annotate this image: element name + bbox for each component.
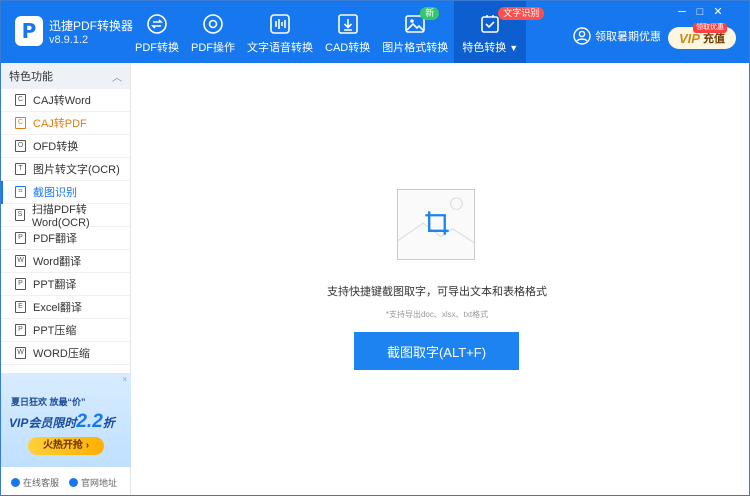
user-icon — [573, 27, 591, 45]
sidebar-item-label: PPT压缩 — [33, 325, 77, 337]
promo-banner[interactable]: × 夏日狂欢 放最“价” VIP会员限时2.2折 火热开抢 › — [1, 373, 131, 467]
promo-headline: 夏日狂欢 放最“价” — [11, 397, 86, 407]
sidebar-item-excel-translate[interactable]: E Excel翻译 — [1, 296, 130, 319]
service-icon — [11, 477, 20, 487]
document-icon: P — [15, 232, 26, 244]
globe-icon — [69, 477, 79, 487]
sidebar-item-caj-word[interactable]: C CAJ转Word — [1, 89, 130, 112]
pdf-operate-icon — [203, 14, 223, 34]
app-logo: P — [15, 16, 43, 46]
section-title: 特色功能 — [9, 71, 53, 83]
crop-icon: ⌗ — [15, 186, 26, 198]
audio-wave-icon — [270, 14, 290, 34]
sidebar-item-label: 扫描PDF转Word(OCR) — [31, 204, 90, 229]
nav-pdf-operate[interactable]: PDF操作 — [185, 1, 241, 63]
sidebar-footer: 在线客服 官网地址 — [1, 471, 131, 493]
window-controls: ─ □ ✕ — [673, 6, 727, 18]
main-nav: PDF转换 PDF操作 文字语音转换 CAD转换 新 图片格式转换 文字识别 特… — [129, 1, 545, 63]
sidebar-item-label: OFD转换 — [33, 141, 79, 153]
nav-label: 图片格式转换 — [382, 42, 449, 54]
pdf-convert-icon — [147, 14, 167, 34]
sidebar-item-label: Word翻译 — [33, 256, 82, 268]
document-icon: C — [15, 117, 26, 129]
nav-pdf-convert[interactable]: PDF转换 — [129, 1, 185, 63]
main-panel: 支持快捷键截图取字，可导出文本和表格格式 *支持导出doc、xlsx、txt格式… — [132, 63, 749, 495]
website-link[interactable]: 官网地址 — [69, 476, 117, 489]
scan-icon: S — [15, 209, 25, 221]
vip-coupon-tag: 领取优惠 — [693, 23, 727, 33]
sidebar-item-ppt-translate[interactable]: P PPT翻译 — [1, 273, 130, 296]
sidebar-item-word-translate[interactable]: W Word翻译 — [1, 250, 130, 273]
app-window: P 迅捷PDF转换器 v8.9.1.2 PDF转换 PDF操作 文字语音转换 C… — [0, 0, 750, 496]
screenshot-capture-button[interactable]: 截图取字(ALT+F) — [354, 332, 519, 370]
sidebar-item-ppt-compress[interactable]: P PPT压缩 — [1, 319, 130, 342]
document-icon: P — [15, 278, 26, 290]
sidebar-item-label: CAJ转PDF — [33, 118, 87, 130]
close-icon[interactable]: × — [122, 375, 127, 384]
nav-image-format[interactable]: 新 图片格式转换 — [376, 1, 454, 63]
sidebar-section-header[interactable]: 特色功能 ︿ — [1, 63, 130, 89]
new-badge: 新 — [420, 7, 440, 20]
promo-buy-button[interactable]: 火热开抢 › — [28, 437, 104, 455]
nav-label: PDF操作 — [191, 42, 235, 54]
online-service-link[interactable]: 在线客服 — [11, 476, 59, 489]
sidebar-item-word-compress[interactable]: W WORD压缩 — [1, 342, 130, 365]
promo-text: 领取暑期优惠 — [595, 31, 661, 43]
minimize-button[interactable]: ─ — [673, 6, 691, 18]
feature-description: 支持快捷键截图取字，可导出文本和表格格式 — [327, 286, 547, 298]
sidebar-item-label: WORD压缩 — [33, 348, 90, 360]
nav-cad-convert[interactable]: CAD转换 — [319, 1, 376, 63]
app-version: v8.9.1.2 — [49, 34, 89, 46]
chevron-up-icon: ︿ — [112, 72, 122, 84]
sidebar: 特色功能 ︿ C CAJ转Word C CAJ转PDF O OFD转换 T 图片转文字(… — [1, 63, 131, 495]
chevron-down-icon: ▼ — [509, 43, 519, 53]
nav-label: 文字语音转换 — [247, 42, 313, 54]
document-icon: O — [15, 140, 26, 152]
document-icon: W — [15, 255, 26, 267]
ocr-badge: 文字识别 — [498, 7, 545, 20]
sidebar-item-label: 图片转文字(OCR) — [33, 164, 120, 176]
sidebar-item-image-ocr[interactable]: T 图片转文字(OCR) — [1, 158, 130, 181]
nav-label: PDF转换 — [135, 42, 179, 54]
sidebar-item-caj-pdf[interactable]: C CAJ转PDF — [1, 112, 130, 135]
text-icon: T — [15, 163, 26, 175]
nav-text-speech[interactable]: 文字语音转换 — [241, 1, 319, 63]
sidebar-item-label: 截图识别 — [33, 187, 77, 199]
document-icon: P — [15, 324, 26, 336]
document-icon: E — [15, 301, 26, 313]
sidebar-item-scan-pdf-word[interactable]: S 扫描PDF转Word(OCR) — [1, 204, 130, 229]
close-button[interactable]: ✕ — [709, 6, 727, 18]
app-name: 迅捷PDF转换器 — [49, 19, 134, 33]
cad-download-icon — [337, 14, 358, 34]
nav-label: 特色转换 ▼ — [462, 42, 519, 54]
nav-label: CAD转换 — [325, 42, 371, 54]
top-toolbar: P 迅捷PDF转换器 v8.9.1.2 PDF转换 PDF操作 文字语音转换 C… — [1, 1, 749, 63]
sidebar-item-pdf-translate[interactable]: P PDF翻译 — [1, 227, 130, 250]
sidebar-item-label: Excel翻译 — [33, 302, 82, 314]
crop-image-placeholder-icon — [397, 189, 475, 260]
sidebar-item-label: PDF翻译 — [33, 233, 77, 245]
nav-special-convert[interactable]: 文字识别 特色转换 ▼ — [454, 1, 545, 63]
sidebar-item-label: CAJ转Word — [33, 95, 91, 107]
export-format-hint: *支持导出doc、xlsx、txt格式 — [385, 310, 489, 319]
promo-discount: VIP会员限时2.2折 — [9, 411, 115, 432]
sidebar-item-label: PPT翻译 — [33, 279, 77, 291]
maximize-button[interactable]: □ — [691, 6, 709, 18]
document-icon: W — [15, 347, 26, 359]
sidebar-item-ofd[interactable]: O OFD转换 — [1, 135, 130, 158]
document-icon: C — [15, 94, 26, 106]
summer-promo-link[interactable]: 领取暑期优惠 — [573, 27, 661, 45]
